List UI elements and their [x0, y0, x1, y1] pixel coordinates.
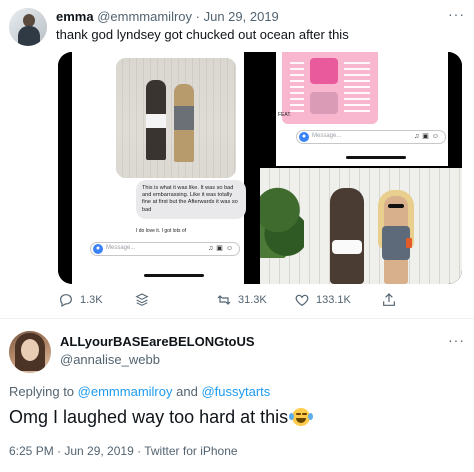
reply-count: 1.3K [80, 294, 103, 306]
reply-text: Omg I laughed way too hard at this [9, 406, 311, 428]
tweet[interactable]: emma @emmmamilroy · Jun 29, 2019 ··· tha… [0, 0, 474, 312]
replying-to: Replying to @emmmamilroy and @fussytarts [9, 384, 270, 399]
message-bar: ● Message... ♫▣☺ [90, 242, 240, 256]
home-indicator [144, 274, 204, 277]
home-indicator [346, 156, 406, 159]
camera-icon: ● [93, 244, 103, 254]
media-image-1[interactable]: This is what it was like. It was so bad … [58, 52, 258, 284]
media-image-2[interactable]: FEAT. ● Message... ♫▣☺ [260, 52, 462, 166]
mic-gallery-sticker-icons: ♫▣☺ [207, 245, 236, 252]
avatar[interactable] [9, 331, 51, 373]
handle[interactable]: @emmmamilroy [97, 9, 192, 24]
feat-label: FEAT. [278, 112, 292, 118]
tweet-date[interactable]: Jun 29, 2019 [204, 9, 279, 24]
more-options-icon[interactable]: ··· [448, 6, 465, 22]
divider [0, 318, 474, 319]
tweet-header: emma @emmmamilroy · Jun 29, 2019 [56, 9, 279, 24]
phone-screenshot: This is what it was like. It was so bad … [72, 52, 246, 284]
tears-of-joy-emoji-icon [289, 408, 311, 426]
message-placeholder: Message... [312, 133, 342, 139]
replying-and: and [176, 384, 198, 399]
tweet-text: thank god lyndsey got chucked out ocean … [56, 27, 349, 42]
separator: · [195, 9, 200, 24]
message-bubble-cutoff: I do love it. I got lots of [136, 228, 187, 234]
message-placeholder: Message... [106, 245, 136, 251]
camera-icon: ● [299, 132, 309, 142]
photo [260, 168, 462, 284]
like-count: 133.1K [316, 294, 351, 306]
reply-icon [60, 294, 72, 308]
stack-icon [135, 293, 149, 306]
message-bubble: This is what it was like. It was so bad … [136, 180, 246, 219]
tweet-actions: 1.3K 31.3K 133.1K [58, 292, 398, 308]
retweet-button[interactable]: 31.3K [216, 292, 267, 308]
reply-button[interactable]: 1.3K [58, 292, 103, 308]
display-name[interactable]: ALLyourBASEareBELONGtoUS [60, 334, 255, 349]
replying-prefix: Replying to [9, 384, 75, 399]
photo-thumbnail [116, 58, 236, 178]
mention-link[interactable]: @emmmamilroy [78, 384, 173, 399]
more-options-icon[interactable]: ··· [448, 332, 465, 348]
retweet-icon [217, 295, 231, 305]
share-button[interactable] [381, 292, 403, 308]
media-grid[interactable]: This is what it was like. It was so bad … [58, 52, 462, 284]
reply-text-body: Omg I laughed way too hard at this [9, 407, 289, 427]
like-button[interactable]: 133.1K [294, 292, 351, 308]
tweet-timestamp[interactable]: 6:25 PM · Jun 29, 2019 · Twitter for iPh… [9, 444, 238, 458]
display-name[interactable]: emma [56, 9, 94, 24]
retweet-count: 31.3K [238, 294, 267, 306]
stack-button[interactable] [134, 292, 156, 308]
pink-profile-card [282, 52, 378, 124]
message-bar: ● Message... ♫▣☺ [296, 130, 446, 144]
handle[interactable]: @annalise_webb [60, 352, 160, 367]
avatar[interactable] [9, 8, 47, 46]
media-image-3[interactable] [260, 168, 462, 284]
heart-icon [295, 294, 309, 307]
share-icon [383, 293, 395, 306]
mention-link[interactable]: @fussytarts [201, 384, 270, 399]
phone-screenshot: FEAT. ● Message... ♫▣☺ [276, 52, 448, 166]
mic-gallery-sticker-icons: ♫▣☺ [413, 133, 442, 140]
